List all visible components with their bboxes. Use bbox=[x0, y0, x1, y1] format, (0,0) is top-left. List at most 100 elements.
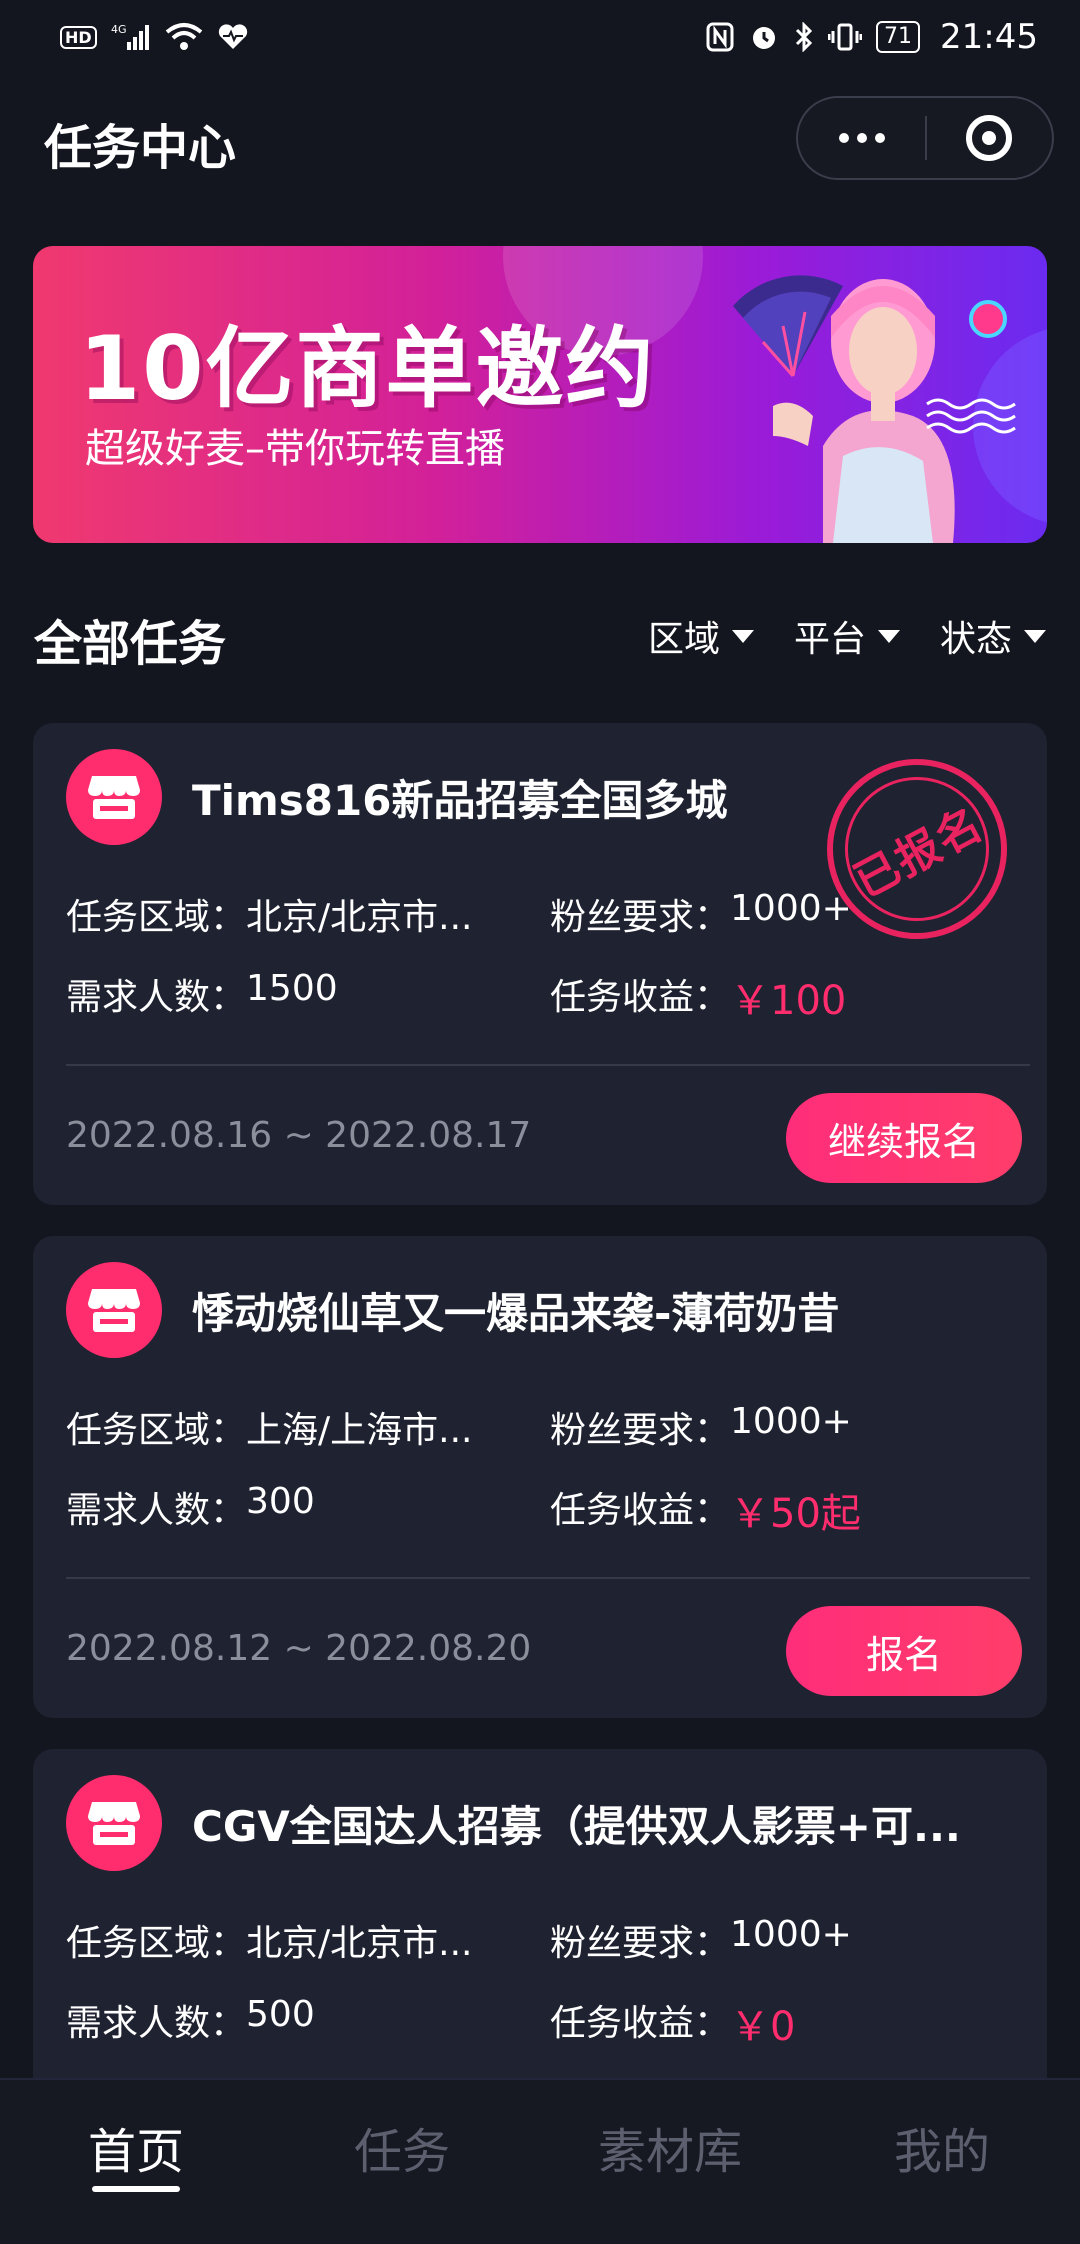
reward-label: 任务收益： bbox=[550, 977, 731, 1018]
task-headcount: 需求人数： 300 bbox=[66, 1481, 550, 1539]
filter-label: 状态 bbox=[939, 619, 1012, 660]
task-card-header: CGV全国达人招募（提供双人影票+可... bbox=[66, 1775, 961, 1871]
region-value: 上海/上海市... bbox=[246, 1410, 473, 1451]
status-right: 71 21:45 bbox=[706, 17, 1038, 57]
filter-bar: 区域 平台 状态 bbox=[648, 610, 1046, 662]
continue-signup-button[interactable]: 继续报名 bbox=[786, 1093, 1022, 1183]
headcount-value: 500 bbox=[246, 1994, 315, 2035]
reward-value: ￥50起 bbox=[730, 1491, 861, 1537]
task-info-row: 需求人数： 500 任务收益： ￥0 bbox=[66, 1994, 1010, 2052]
ring-dot bbox=[982, 131, 997, 145]
network-type: 4G bbox=[111, 23, 127, 36]
filter-label: 区域 bbox=[647, 619, 720, 660]
region-label: 任务区域： bbox=[66, 1410, 247, 1451]
bluetooth-icon bbox=[794, 22, 814, 52]
headcount-label: 需求人数： bbox=[66, 2003, 247, 2044]
cellular-signal-icon: 4G bbox=[111, 22, 151, 52]
task-info-row: 任务区域： 北京/北京市... 粉丝要求： 1000+ bbox=[66, 1914, 1010, 1966]
wave-lines-icon bbox=[926, 398, 1016, 434]
filter-label: 平台 bbox=[793, 619, 866, 660]
fans-value: 1000+ bbox=[730, 888, 852, 929]
section-title: 全部任务 bbox=[34, 616, 227, 672]
headcount-label: 需求人数： bbox=[66, 977, 247, 1018]
task-card-header: Tims816新品招募全国多城 bbox=[66, 749, 727, 845]
status-bar: HD 4G 71 21:45 bbox=[0, 0, 1080, 74]
task-reward: 任务收益： ￥0 bbox=[550, 1994, 1010, 2052]
bottom-tab-bar: 首页 任务 素材库 我的 bbox=[0, 2078, 1080, 2244]
task-section-header: 全部任务 区域 平台 状态 bbox=[0, 596, 1080, 672]
nfc-icon bbox=[706, 22, 734, 52]
target-circle-icon bbox=[966, 115, 1013, 161]
tab-profile[interactable]: 我的 bbox=[894, 2112, 990, 2182]
headcount-value: 1500 bbox=[246, 968, 338, 1009]
reward-label: 任务收益： bbox=[550, 2003, 731, 2044]
fans-label: 粉丝要求： bbox=[550, 1410, 731, 1451]
tab-home[interactable]: 首页 bbox=[88, 2112, 184, 2182]
close-miniprogram-button[interactable] bbox=[927, 98, 1052, 178]
headcount-label: 需求人数： bbox=[66, 1490, 247, 1531]
alarm-icon bbox=[748, 22, 780, 52]
task-title: CGV全国达人招募（提供双人影票+可... bbox=[192, 1801, 961, 1851]
nav-header: 任务中心 bbox=[0, 90, 1080, 186]
task-card[interactable]: 悸动烧仙草又一爆品来袭-薄荷奶昔 任务区域： 上海/上海市... 粉丝要求： 100… bbox=[33, 1236, 1047, 1718]
page-title: 任务中心 bbox=[44, 120, 237, 176]
store-icon bbox=[66, 749, 162, 845]
promo-banner[interactable]: 10亿商单邀约 超级好麦–带你玩转直播 bbox=[33, 246, 1047, 543]
store-icon bbox=[66, 1775, 162, 1871]
task-info-row: 需求人数： 300 任务收益： ￥50起 bbox=[66, 1481, 1010, 1539]
task-card-header: 悸动烧仙草又一爆品来袭-薄荷奶昔 bbox=[66, 1262, 839, 1358]
task-fans: 粉丝要求： 1000+ bbox=[550, 1914, 1010, 1966]
reward-label: 任务收益： bbox=[550, 1490, 731, 1531]
banner-title: 10亿商单邀约 bbox=[79, 317, 656, 420]
store-icon bbox=[66, 1262, 162, 1358]
caret-down-icon bbox=[1024, 629, 1046, 643]
task-info-row: 任务区域： 上海/上海市... 粉丝要求： 1000+ bbox=[66, 1401, 1010, 1453]
task-region: 任务区域： 北京/北京市... bbox=[66, 1914, 550, 1966]
wifi-icon bbox=[165, 22, 203, 52]
status-left: HD 4G bbox=[60, 22, 249, 52]
reward-value: ￥0 bbox=[730, 2004, 796, 2050]
task-card[interactable]: Tims816新品招募全国多城 已报名 任务区域： 北京/北京市... 粉丝要求：… bbox=[33, 723, 1047, 1205]
task-reward: 任务收益： ￥100 bbox=[550, 968, 1010, 1026]
tab-materials[interactable]: 素材库 bbox=[598, 2112, 742, 2182]
more-button[interactable] bbox=[798, 98, 925, 178]
reward-value: ￥100 bbox=[730, 978, 847, 1024]
fans-value: 1000+ bbox=[730, 1401, 852, 1442]
battery-icon: 71 bbox=[876, 21, 921, 53]
hd-icon: HD bbox=[60, 25, 97, 49]
task-headcount: 需求人数： 1500 bbox=[66, 968, 550, 1026]
more-dots-icon bbox=[838, 133, 849, 143]
more-dot bbox=[856, 133, 867, 143]
tab-tasks[interactable]: 任务 bbox=[354, 2112, 450, 2182]
region-label: 任务区域： bbox=[66, 897, 247, 938]
task-info-row: 需求人数： 1500 任务收益： ￥100 bbox=[66, 968, 1010, 1026]
region-value: 北京/北京市... bbox=[246, 1923, 473, 1964]
fans-label: 粉丝要求： bbox=[550, 897, 731, 938]
banner-subtitle: 超级好麦–带你玩转直播 bbox=[85, 426, 505, 472]
task-region: 任务区域： 上海/上海市... bbox=[66, 1401, 550, 1453]
filter-platform[interactable]: 平台 bbox=[794, 610, 900, 662]
vibrate-icon bbox=[828, 22, 863, 52]
task-info-row: 任务区域： 北京/北京市... 粉丝要求： 1000+ bbox=[66, 888, 1010, 940]
miniprogram-capsule bbox=[796, 96, 1054, 180]
clock: 21:45 bbox=[940, 17, 1038, 57]
task-date-range: 2022.08.16 ~ 2022.08.17 bbox=[66, 1115, 532, 1156]
card-divider bbox=[66, 1064, 1030, 1066]
task-region: 任务区域： 北京/北京市... bbox=[66, 888, 550, 940]
caret-down-icon bbox=[877, 629, 900, 643]
filter-status[interactable]: 状态 bbox=[940, 610, 1046, 662]
task-title: Tims816新品招募全国多城 bbox=[192, 775, 728, 825]
caret-down-icon bbox=[731, 629, 754, 643]
fans-value: 1000+ bbox=[730, 1914, 852, 1955]
task-date-range: 2022.08.12 ~ 2022.08.20 bbox=[66, 1628, 532, 1669]
fans-label: 粉丝要求： bbox=[550, 1923, 731, 1964]
task-fans: 粉丝要求： 1000+ bbox=[550, 1401, 1010, 1453]
signup-button[interactable]: 报名 bbox=[786, 1606, 1022, 1696]
card-divider bbox=[66, 1577, 1030, 1579]
active-tab-indicator bbox=[92, 2186, 180, 2192]
task-reward: 任务收益： ￥50起 bbox=[550, 1481, 1010, 1539]
filter-region[interactable]: 区域 bbox=[648, 610, 754, 662]
headcount-value: 300 bbox=[246, 1481, 315, 1522]
app-screen: HD 4G 71 21:45 任务中心 10亿商单邀约 超级好麦–带你玩转直播 … bbox=[0, 0, 1080, 2244]
more-dot bbox=[874, 133, 885, 143]
